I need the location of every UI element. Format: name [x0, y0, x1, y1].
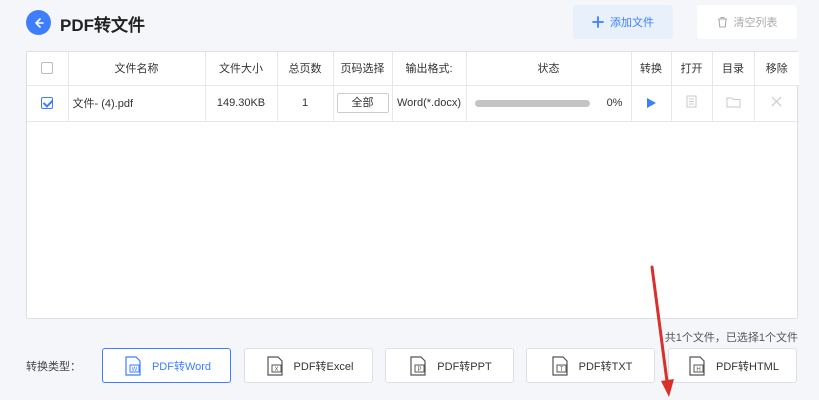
progress-bar [474, 99, 590, 107]
conversion-type-word[interactable]: W PDF转Word [102, 348, 231, 383]
clear-list-label: 清空列表 [733, 17, 778, 29]
word-file-icon: W [125, 355, 141, 376]
document-icon[interactable] [686, 95, 697, 108]
column-header-format: 输出格式: [392, 52, 467, 86]
convert-cell[interactable] [631, 85, 672, 122]
page-select-cell: 全部 [333, 85, 393, 122]
page-title: PDF转文件 [60, 16, 145, 35]
plus-icon [592, 16, 604, 28]
excel-file-icon: X [266, 355, 283, 376]
conversion-type-txt-label: PDF转TXT [578, 360, 633, 373]
conversion-type-txt[interactable]: T PDF转TXT [526, 348, 655, 383]
select-all-checkbox[interactable] [41, 62, 54, 75]
column-header-convert: 转换 [631, 52, 672, 86]
column-header-page-select: 页码选择 [333, 52, 393, 86]
row-checkbox-cell[interactable] [27, 85, 69, 122]
add-file-label: 添加文件 [610, 17, 654, 29]
column-header-size: 文件大小 [205, 52, 278, 86]
conversion-type-excel[interactable]: X PDF转Excel [244, 348, 373, 383]
conversion-type-html[interactable]: H PDF转HTML [668, 348, 797, 383]
select-all-cell[interactable] [27, 52, 69, 86]
column-header-open: 打开 [671, 52, 713, 86]
row-checkbox[interactable] [41, 97, 54, 110]
conversion-type-excel-label: PDF转Excel [293, 360, 354, 373]
file-count-status: 共1个文件，已选择1个文件 [664, 332, 798, 344]
svg-text:P: P [418, 367, 422, 373]
back-button[interactable] [26, 10, 51, 35]
page-count: 1 [277, 85, 334, 122]
column-header-status: 状态 [466, 52, 632, 86]
svg-text:X: X [274, 367, 278, 373]
folder-cell[interactable] [712, 85, 755, 122]
conversion-type-ppt-label: PDF转PPT [437, 360, 492, 373]
status-cell: 0% [466, 85, 632, 122]
table-header-row: 文件名称 文件大小 总页数 页码选择 输出格式: 状态 转换 打开 目录 移除 [27, 52, 799, 86]
txt-file-icon: T [552, 355, 568, 376]
table-row: 文件- (4).pdf 149.30KB 1 全部 Word(*.docx) 0… [27, 85, 799, 122]
page-select-button[interactable]: 全部 [336, 93, 389, 113]
trash-icon [717, 16, 727, 28]
arrow-left-icon [34, 17, 44, 28]
add-file-button[interactable]: 添加文件 [573, 5, 673, 39]
ppt-file-icon: P [410, 355, 426, 376]
conversion-type-html-label: PDF转HTML [716, 360, 779, 373]
column-header-folder: 目录 [712, 52, 755, 86]
annotation-arrow [650, 265, 674, 397]
header: PDF转文件 添加文件 清空列表 [0, 0, 819, 46]
conversion-type-label: 转换类型： [26, 361, 81, 373]
svg-text:W: W [132, 367, 138, 373]
file-size: 149.30KB [205, 85, 278, 122]
svg-text:H: H [696, 367, 700, 373]
column-header-pages: 总页数 [277, 52, 334, 86]
column-header-remove: 移除 [754, 52, 799, 86]
clear-list-button[interactable]: 清空列表 [697, 5, 797, 39]
folder-icon[interactable] [726, 96, 741, 108]
conversion-type-ppt[interactable]: P PDF转PPT [385, 348, 514, 383]
conversion-type-word-label: PDF转Word [151, 360, 212, 373]
play-icon[interactable] [646, 98, 656, 109]
html-file-icon: H [689, 355, 705, 376]
file-table: 文件名称 文件大小 总页数 页码选择 输出格式: 状态 转换 打开 目录 移除 … [26, 51, 799, 319]
close-icon[interactable] [771, 96, 782, 107]
svg-text:T: T [559, 367, 563, 373]
column-header-name: 文件名称 [68, 52, 206, 86]
file-name: 文件- (4).pdf [68, 85, 206, 122]
remove-cell[interactable] [754, 85, 799, 122]
output-format[interactable]: Word(*.docx) [392, 85, 467, 122]
progress-percent: 0% [606, 97, 623, 110]
open-cell[interactable] [671, 85, 713, 122]
